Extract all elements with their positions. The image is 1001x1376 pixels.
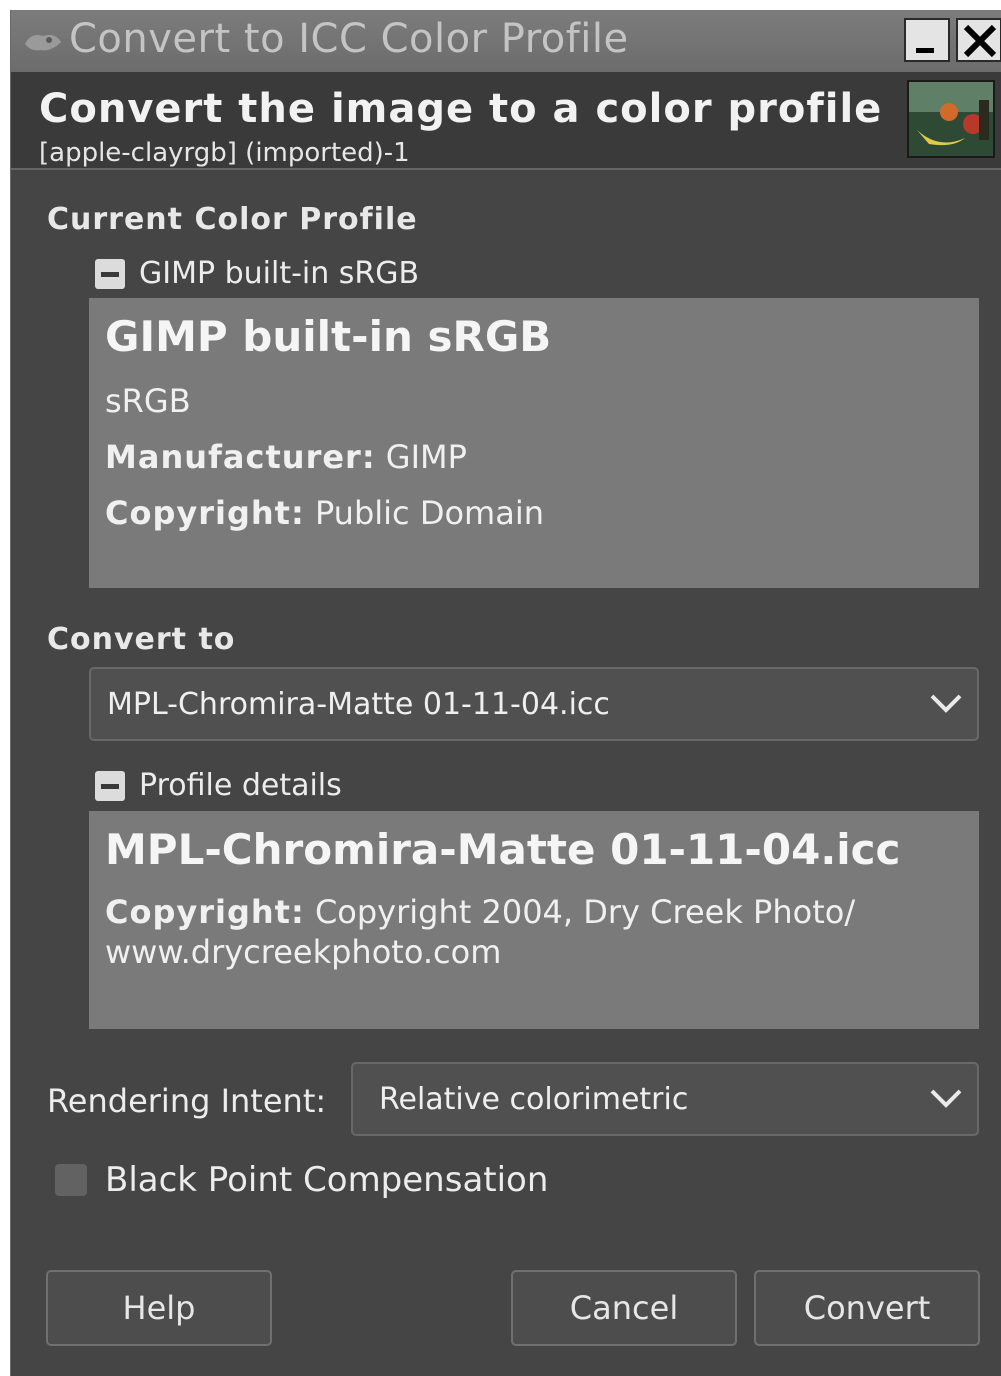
- image-thumbnail: [907, 80, 995, 158]
- target-copyright-label: Copyright:: [105, 893, 305, 931]
- current-profile-expander[interactable]: GIMP built-in sRGB: [95, 256, 419, 291]
- target-copyright-value: Copyright 2004, Dry Creek Photo/: [314, 893, 856, 931]
- header-title: Convert the image to a color profile: [39, 86, 883, 132]
- target-profile-name: MPL-Chromira-Matte 01-11-04.icc: [105, 825, 901, 874]
- copyright-row: Copyright: Public Domain: [105, 494, 544, 532]
- black-point-label[interactable]: Black Point Compensation: [105, 1160, 548, 1200]
- help-button[interactable]: Help: [46, 1270, 272, 1346]
- current-profile-heading: Current Color Profile: [47, 202, 418, 237]
- cancel-button[interactable]: Cancel: [511, 1270, 737, 1346]
- current-profile-info: GIMP built-in sRGB sRGB Manufacturer: GI…: [89, 298, 979, 588]
- collapse-icon[interactable]: [95, 258, 125, 289]
- current-profile-expander-label: GIMP built-in sRGB: [139, 256, 420, 291]
- close-icon[interactable]: [956, 18, 1001, 62]
- target-copyright-row: Copyright: Copyright 2004, Dry Creek Pho…: [105, 893, 855, 931]
- manufacturer-row: Manufacturer: GIMP: [105, 438, 467, 476]
- copyright-label: Copyright:: [105, 494, 305, 532]
- manufacturer-label: Manufacturer:: [105, 438, 376, 476]
- copyright-value: Public Domain: [314, 494, 544, 532]
- window-title: Convert to ICC Color Profile: [69, 16, 629, 62]
- profile-details-expander[interactable]: Profile details: [95, 768, 342, 803]
- image-name: [apple-clayrgb] (imported)-1: [39, 138, 410, 168]
- convert-to-heading: Convert to: [47, 622, 236, 657]
- manufacturer-value: GIMP: [385, 438, 467, 476]
- profile-details-label: Profile details: [139, 768, 342, 803]
- collapse-icon[interactable]: [95, 770, 125, 801]
- target-profile-select[interactable]: MPL-Chromira-Matte 01-11-04.icc: [89, 667, 979, 741]
- convert-profile-dialog: Convert to ICC Color Profile Convert the…: [10, 10, 1001, 1376]
- rendering-intent-select[interactable]: Relative colorimetric: [351, 1062, 979, 1136]
- chevron-down-icon: [930, 1089, 962, 1108]
- title-bar[interactable]: Convert to ICC Color Profile: [11, 10, 1001, 73]
- target-profile-info: MPL-Chromira-Matte 01-11-04.icc Copyrigh…: [89, 811, 979, 1029]
- chevron-down-icon: [930, 694, 962, 713]
- target-profile-value: MPL-Chromira-Matte 01-11-04.icc: [107, 687, 610, 722]
- target-copyright-url: www.drycreekphoto.com: [105, 933, 502, 971]
- current-profile-name: GIMP built-in sRGB: [105, 312, 552, 361]
- rendering-intent-value: Relative colorimetric: [379, 1082, 689, 1117]
- black-point-checkbox[interactable]: [55, 1164, 87, 1196]
- gimp-wilber-icon: [25, 34, 61, 51]
- convert-button[interactable]: Convert: [754, 1270, 980, 1346]
- current-profile-description: sRGB: [105, 382, 191, 420]
- minimize-icon[interactable]: [904, 18, 950, 62]
- dialog-header: Convert the image to a color profile [ap…: [11, 72, 1001, 170]
- rendering-intent-label: Rendering Intent:: [47, 1082, 327, 1120]
